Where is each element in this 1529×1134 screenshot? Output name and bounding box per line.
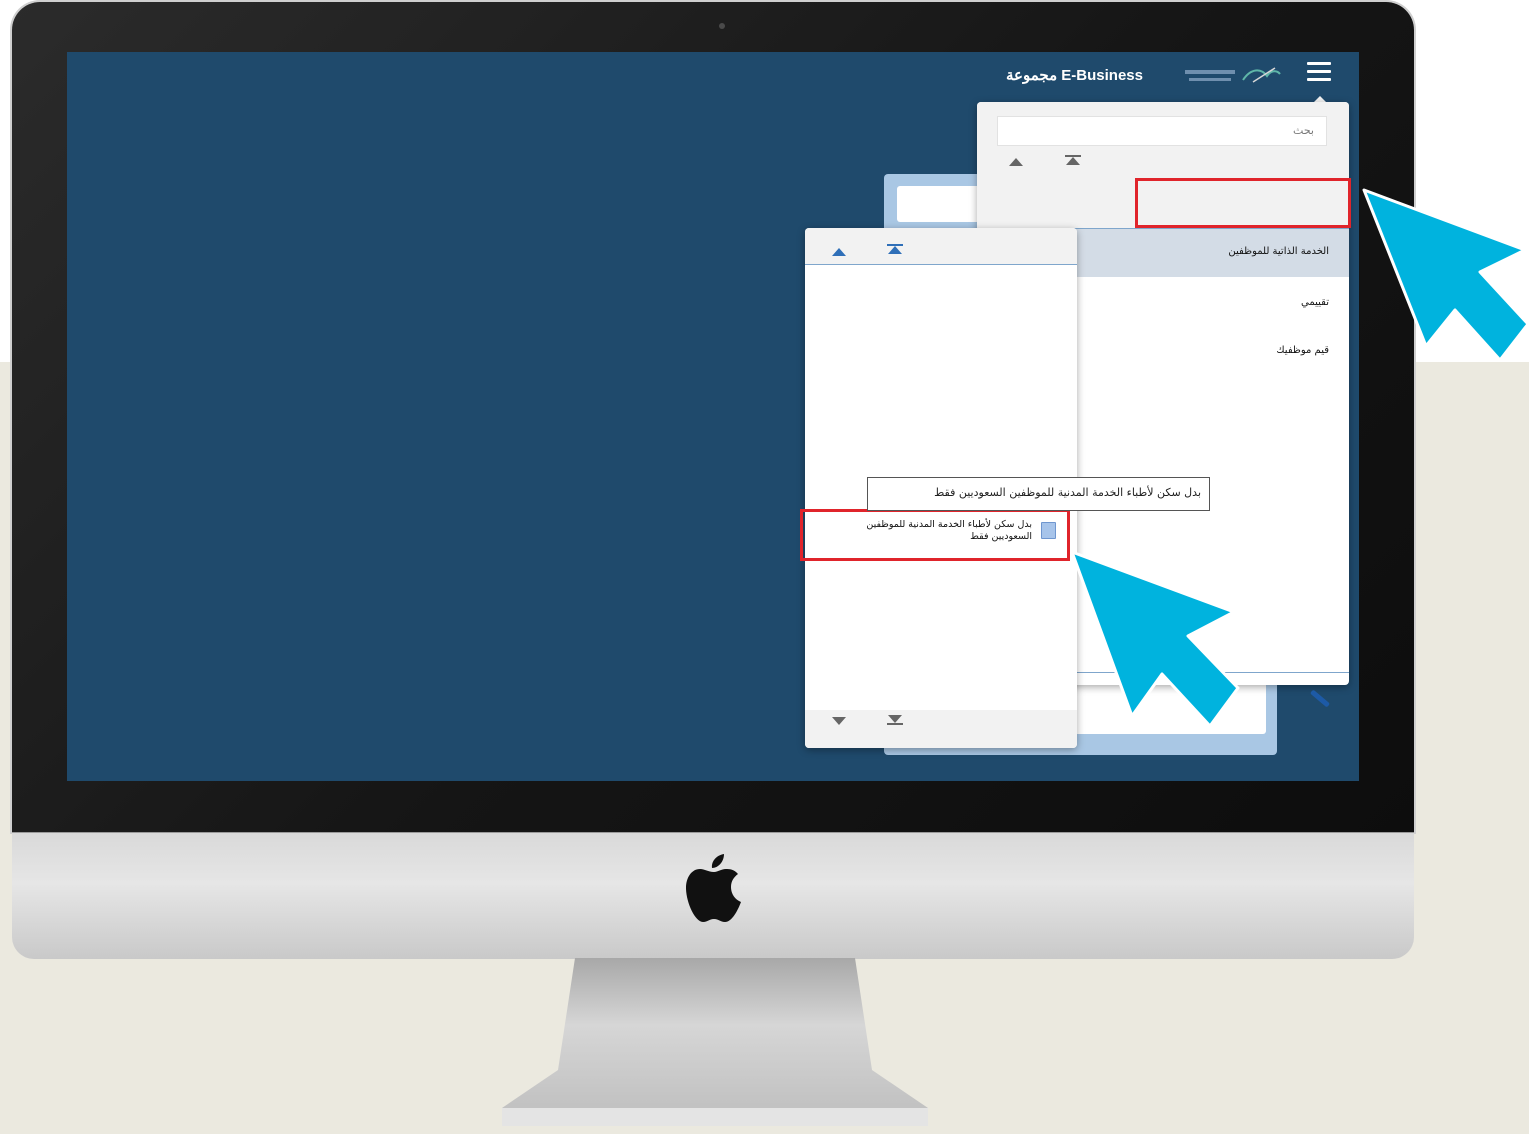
cursor-arrow-icon — [1362, 188, 1529, 362]
scroll-down-icon[interactable] — [832, 717, 846, 725]
camera-icon — [719, 23, 725, 29]
highlight-box — [800, 509, 1070, 561]
tooltip: بدل سكن لأطباء الخدمة المدنية للموظفين ا… — [867, 477, 1210, 511]
submenu-footer — [805, 710, 1077, 748]
monitor-stand — [502, 958, 928, 1126]
apple-logo-icon — [686, 854, 741, 922]
nav-item-appraise-employees[interactable]: قيم موظفيك — [1276, 345, 1329, 356]
scroll-up-icon[interactable] — [1009, 158, 1023, 166]
ministry-logo-icon — [1185, 67, 1281, 83]
scroll-top-icon[interactable] — [1065, 155, 1081, 167]
cursor-arrow-icon — [1070, 550, 1240, 728]
submenu-header — [805, 228, 1077, 264]
divider — [805, 264, 1077, 265]
brand-title: E-Business مجموعة — [1005, 67, 1143, 84]
pencil-icon[interactable] — [1309, 689, 1331, 708]
highlight-box — [1135, 178, 1351, 228]
search-input[interactable]: بحث — [997, 116, 1327, 146]
scroll-up-icon[interactable] — [832, 248, 846, 256]
nav-item-employee-self-service[interactable]: الخدمة الذاتية للموظفين — [1228, 246, 1329, 257]
nav-item-my-appraisal[interactable]: تقييمي — [1301, 297, 1329, 308]
scroll-bottom-icon[interactable] — [887, 715, 903, 727]
menu-icon[interactable] — [1307, 62, 1331, 82]
scroll-top-icon[interactable] — [887, 244, 903, 256]
